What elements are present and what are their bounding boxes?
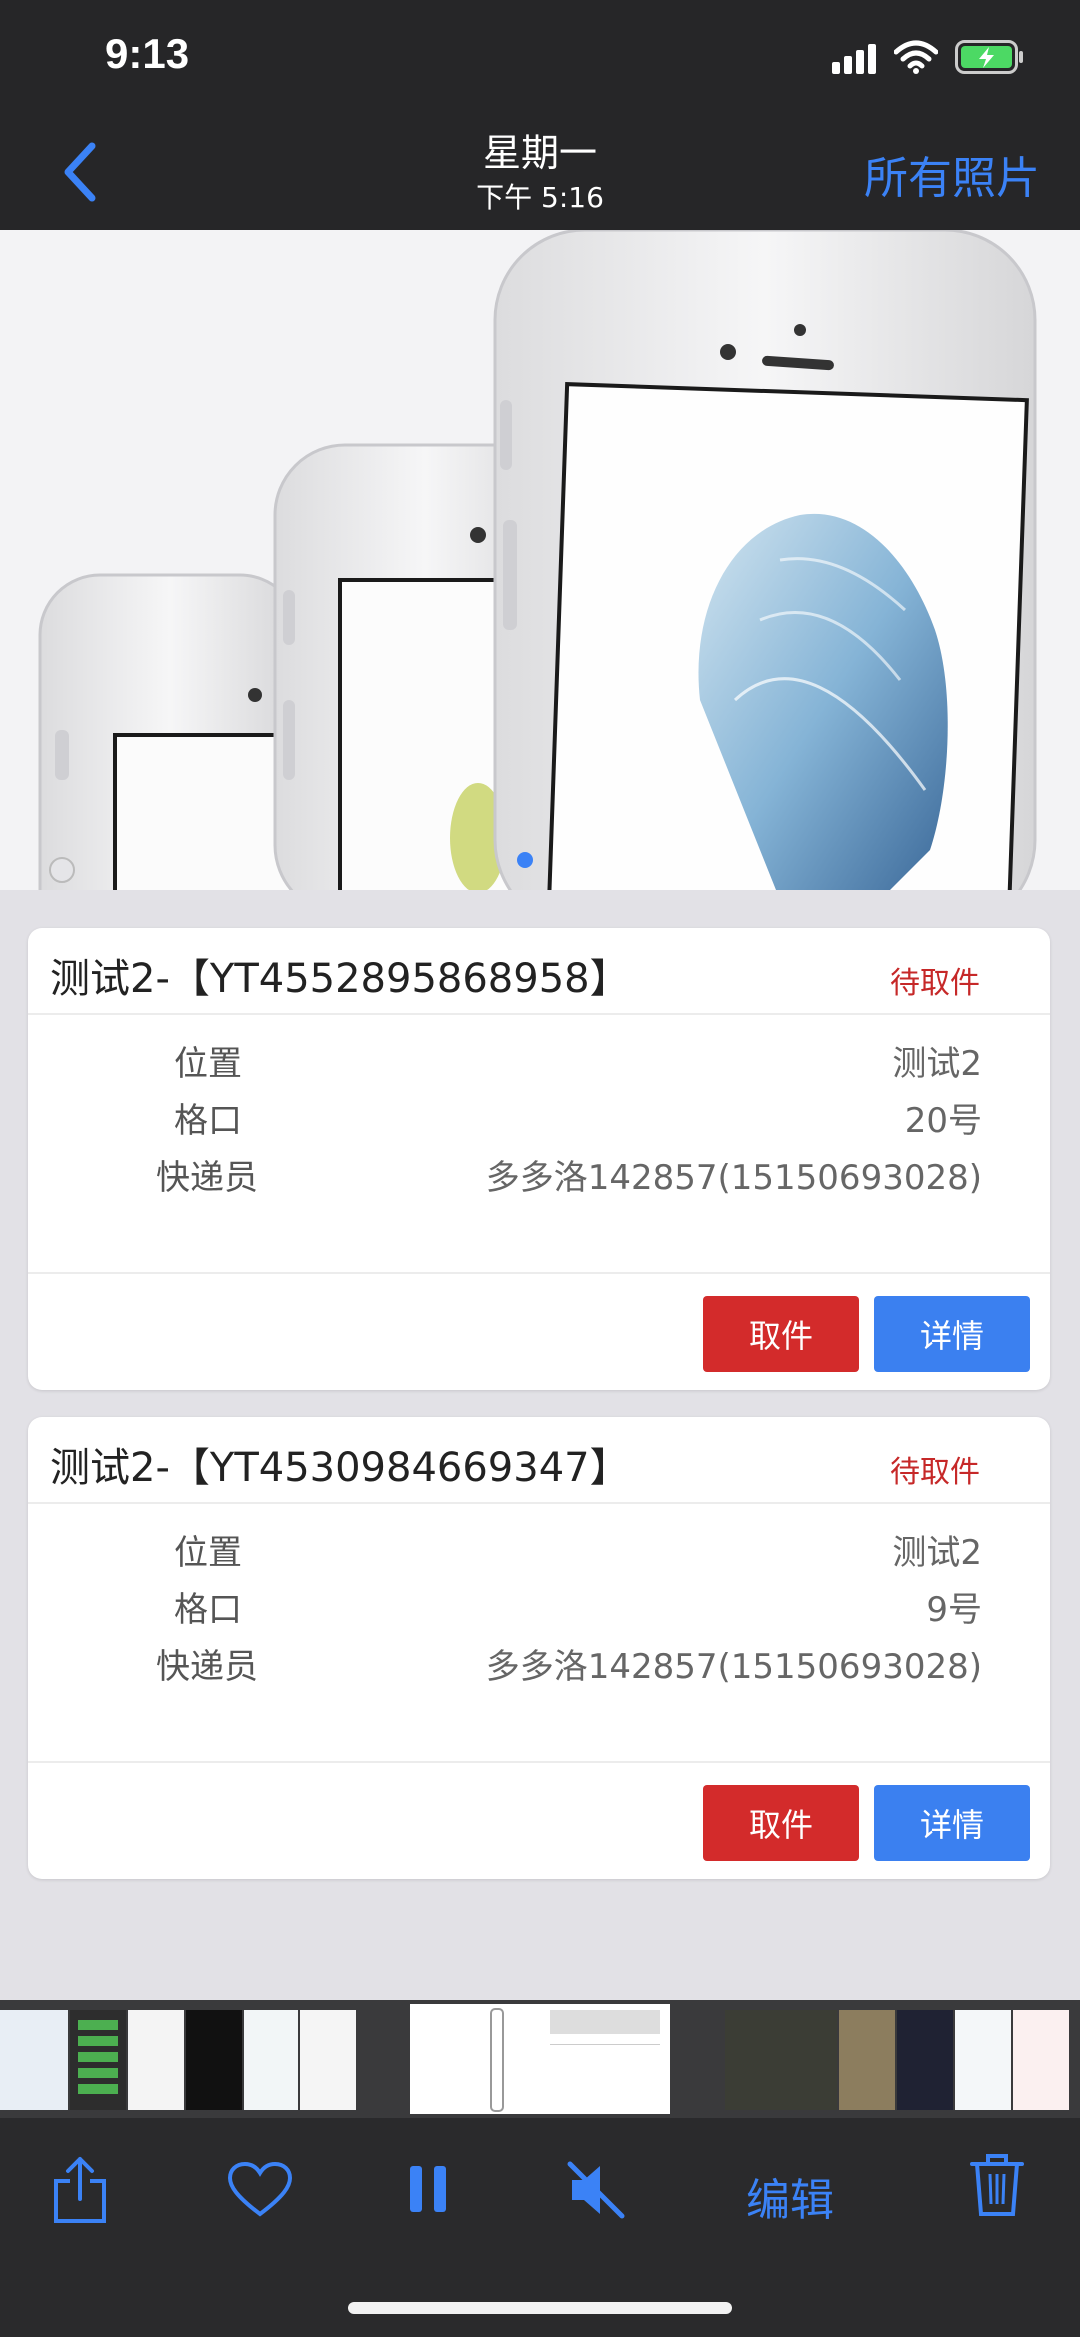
status-time: 9:13 <box>105 30 190 77</box>
location-value: 测试2 <box>892 1533 982 1573</box>
location-value: 测试2 <box>892 1044 982 1084</box>
thumbnail[interactable] <box>839 2010 895 2110</box>
thumbnail[interactable] <box>897 2010 953 2110</box>
home-indicator <box>348 2302 732 2314</box>
pickup-button[interactable]: 取件 <box>703 1296 859 1372</box>
location-label: 位置 <box>174 1044 242 1084</box>
location-label: 位置 <box>174 1533 242 1573</box>
thumbnail[interactable] <box>955 2010 1011 2110</box>
thumbnail[interactable] <box>725 2010 837 2110</box>
status-badge: 待取件 <box>890 1455 980 1490</box>
slot-label: 格口 <box>174 1101 242 1141</box>
parcel-card: 测试2-【YT4530984669347】 待取件 位置 测试2 格口 9号 快… <box>28 1417 1050 1879</box>
thumbnail[interactable] <box>244 2010 298 2110</box>
edit-button[interactable]: 编辑 <box>746 2164 834 2228</box>
signal-icon <box>832 44 878 78</box>
heart-icon[interactable] <box>227 2161 293 2222</box>
wifi-icon <box>893 40 939 78</box>
divider <box>28 1761 1050 1763</box>
pause-icon[interactable] <box>408 2164 448 2218</box>
mute-icon[interactable] <box>566 2160 628 2224</box>
thumbnail-current[interactable] <box>410 2004 670 2114</box>
divider <box>28 1502 1050 1504</box>
parcel-title: 测试2-【YT4530984669347】 <box>50 1445 630 1491</box>
thumbnail[interactable] <box>0 2010 68 2110</box>
slot-label: 格口 <box>174 1590 242 1630</box>
pickup-button[interactable]: 取件 <box>703 1785 859 1861</box>
banner-image <box>0 230 1080 900</box>
slot-value: 20号 <box>904 1101 982 1141</box>
share-icon[interactable] <box>52 2155 108 2229</box>
thumbnail[interactable] <box>1013 2010 1069 2110</box>
thumbnail[interactable] <box>300 2010 356 2110</box>
details-button[interactable]: 详情 <box>874 1296 1030 1372</box>
divider <box>28 1272 1050 1274</box>
all-photos-link[interactable]: 所有照片 <box>864 142 1040 206</box>
courier-label: 快递员 <box>156 1647 258 1687</box>
parcel-title: 测试2-【YT4552895868958】 <box>50 956 630 1002</box>
battery-icon <box>955 40 1025 78</box>
courier-value: 多多洛142857(15150693028) <box>485 1647 982 1687</box>
thumbnail[interactable] <box>128 2010 184 2110</box>
thumbnail[interactable] <box>70 2010 126 2110</box>
courier-label: 快递员 <box>156 1158 258 1198</box>
thumbnail-strip[interactable] <box>0 2000 1080 2118</box>
page-indicator-dot <box>517 852 533 868</box>
details-button[interactable]: 详情 <box>874 1785 1030 1861</box>
slot-value: 9号 <box>926 1590 982 1630</box>
courier-value: 多多洛142857(15150693028) <box>485 1158 982 1198</box>
status-badge: 待取件 <box>890 966 980 1001</box>
parcel-card: 测试2-【YT4552895868958】 待取件 位置 测试2 格口 20号 … <box>28 928 1050 1390</box>
thumbnail[interactable] <box>186 2010 242 2110</box>
trash-icon[interactable] <box>970 2152 1024 2222</box>
divider <box>28 1013 1050 1015</box>
